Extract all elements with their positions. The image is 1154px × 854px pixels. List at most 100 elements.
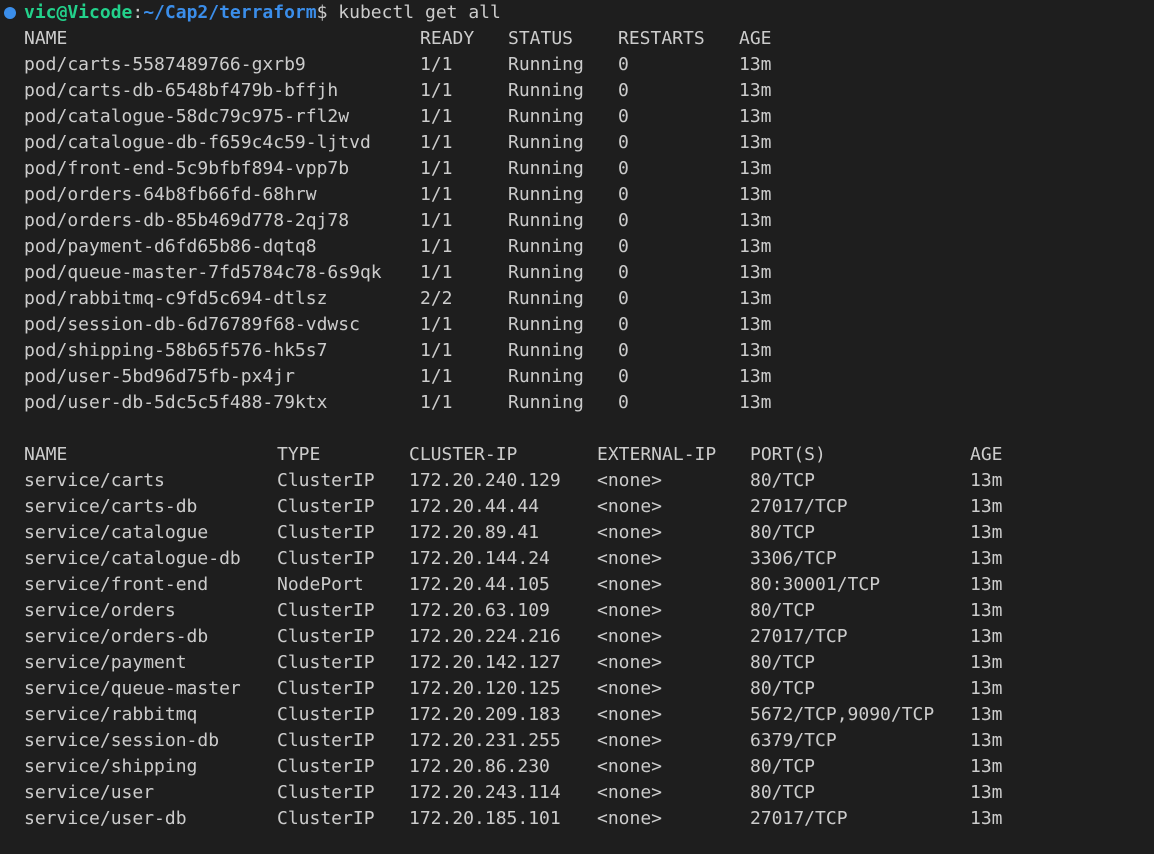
pod-status: Running	[508, 340, 584, 361]
pod-status: Running	[508, 366, 584, 387]
service-age: 13m	[970, 730, 1003, 751]
service-name: service/catalogue-db	[24, 548, 241, 569]
service-ports: 80/TCP	[750, 522, 816, 543]
pod-status: Running	[508, 158, 584, 179]
service-age: 13m	[970, 470, 1003, 491]
pods-header-name: NAME	[24, 28, 68, 49]
service-age: 13m	[970, 626, 1003, 647]
service-name: service/front-end	[24, 574, 209, 595]
service-cluster-ip: 172.20.86.230	[409, 756, 550, 777]
prompt: vic@Vicode:~/Cap2/terraform$ kubectl get…	[24, 0, 501, 26]
service-name: service/user-db	[24, 808, 187, 829]
service-name: service/shipping	[24, 756, 198, 777]
pod-ready: 1/1	[420, 158, 453, 179]
service-type: ClusterIP	[277, 782, 375, 803]
service-cluster-ip: 172.20.240.129	[409, 470, 561, 491]
pod-age: 13m	[739, 236, 772, 257]
service-type: ClusterIP	[277, 522, 375, 543]
pod-name: pod/carts-5587489766-gxrb9	[24, 54, 306, 75]
pod-status: Running	[508, 288, 584, 309]
service-row: service/user ClusterIP 172.20.243.114 <none…	[0, 780, 1154, 806]
service-row: service/user-db ClusterIP 172.20.185.101 <n…	[0, 806, 1154, 832]
service-type: ClusterIP	[277, 730, 375, 751]
pod-row: pod/shipping-58b65f576-hk5s7 1/1 Running 0 1…	[0, 338, 1154, 364]
pod-row: pod/orders-64b8fb66fd-68hrw 1/1 Running 0 13…	[0, 182, 1154, 208]
service-external-ip: <none>	[597, 626, 663, 647]
pod-restarts: 0	[618, 392, 629, 413]
service-age: 13m	[970, 756, 1003, 777]
service-name: service/catalogue	[24, 522, 209, 543]
pod-restarts: 0	[618, 288, 629, 309]
service-external-ip: <none>	[597, 730, 663, 751]
pod-row: pod/orders-db-85b469d778-2qj78 1/1 Running…	[0, 208, 1154, 234]
service-age: 13m	[970, 808, 1003, 829]
service-external-ip: <none>	[597, 496, 663, 517]
pod-row: pod/payment-d6fd65b86-dqtq8 1/1 Running 0 13…	[0, 234, 1154, 260]
service-ports: 80/TCP	[750, 652, 816, 673]
pod-status: Running	[508, 314, 584, 335]
service-row: service/shipping ClusterIP 172.20.86.230 <n…	[0, 754, 1154, 780]
prompt-dollar: $	[316, 2, 328, 23]
service-cluster-ip: 172.20.185.101	[409, 808, 561, 829]
pods-header-age: AGE	[739, 28, 772, 49]
service-age: 13m	[970, 678, 1003, 699]
pod-restarts: 0	[618, 314, 629, 335]
service-external-ip: <none>	[597, 470, 663, 491]
service-ports: 6379/TCP	[750, 730, 837, 751]
prompt-line: vic@Vicode:~/Cap2/terraform$ kubectl get…	[0, 0, 1154, 26]
service-cluster-ip: 172.20.120.125	[409, 678, 561, 699]
service-name: service/queue-master	[24, 678, 241, 699]
service-ports: 80/TCP	[750, 756, 816, 777]
pod-age: 13m	[739, 392, 772, 413]
service-row: service/orders-db ClusterIP 172.20.224.216…	[0, 624, 1154, 650]
pod-row: pod/catalogue-58dc79c975-rfl2w 1/1 Running…	[0, 104, 1154, 130]
pod-age: 13m	[739, 80, 772, 101]
pod-row: pod/session-db-6d76789f68-vdwsc 1/1 Runnin…	[0, 312, 1154, 338]
service-external-ip: <none>	[597, 548, 663, 569]
service-cluster-ip: 172.20.63.109	[409, 600, 550, 621]
services-header-age: AGE	[970, 444, 1003, 465]
service-ports: 3306/TCP	[750, 548, 837, 569]
service-external-ip: <none>	[597, 808, 663, 829]
services-header-type: TYPE	[277, 444, 321, 465]
pod-row: pod/front-end-5c9bfbf894-vpp7b 1/1 Running…	[0, 156, 1154, 182]
pod-name: pod/carts-db-6548bf479b-bffjh	[24, 80, 339, 101]
service-external-ip: <none>	[597, 574, 663, 595]
pod-age: 13m	[739, 262, 772, 283]
pod-name: pod/rabbitmq-c9fd5c694-dtlsz	[24, 288, 328, 309]
pod-name: pod/orders-64b8fb66fd-68hrw	[24, 184, 317, 205]
pod-age: 13m	[739, 366, 772, 387]
pod-row: pod/user-5bd96d75fb-px4jr 1/1 Running 0 13m	[0, 364, 1154, 390]
service-type: ClusterIP	[277, 470, 375, 491]
pod-row: pod/user-db-5dc5c5f488-79ktx 1/1 Running 0 1…	[0, 390, 1154, 416]
service-age: 13m	[970, 704, 1003, 725]
prompt-user-host: vic@Vicode	[24, 2, 133, 23]
pod-ready: 1/1	[420, 262, 453, 283]
service-type: ClusterIP	[277, 652, 375, 673]
pod-age: 13m	[739, 314, 772, 335]
pod-ready: 1/1	[420, 54, 453, 75]
service-name: service/user	[24, 782, 155, 803]
service-row: service/carts ClusterIP 172.20.240.129 <non…	[0, 468, 1154, 494]
service-row: service/carts-db ClusterIP 172.20.44.44 <no…	[0, 494, 1154, 520]
service-external-ip: <none>	[597, 756, 663, 777]
service-cluster-ip: 172.20.89.41	[409, 522, 540, 543]
pod-name: pod/front-end-5c9bfbf894-vpp7b	[24, 158, 350, 179]
services-header-name: NAME	[24, 444, 68, 465]
pod-status: Running	[508, 54, 584, 75]
command-text: kubectl get all	[327, 2, 501, 23]
pod-name: pod/payment-d6fd65b86-dqtq8	[24, 236, 317, 257]
pod-status: Running	[508, 80, 584, 101]
service-row: service/catalogue-db ClusterIP 172.20.144.…	[0, 546, 1154, 572]
pod-name: pod/user-5bd96d75fb-px4jr	[24, 366, 295, 387]
service-name: service/payment	[24, 652, 187, 673]
service-name: service/orders-db	[24, 626, 209, 647]
pod-ready: 1/1	[420, 184, 453, 205]
services-table-header: NAME TYPE CLUSTER-IP EXTERNAL-IP PORT(S) AGE	[0, 442, 1154, 468]
pod-row: pod/queue-master-7fd5784c78-6s9qk 1/1 Runn…	[0, 260, 1154, 286]
service-cluster-ip: 172.20.209.183	[409, 704, 561, 725]
service-type: ClusterIP	[277, 600, 375, 621]
pods-table-header: NAME READY STATUS RESTARTS AGE	[0, 26, 1154, 52]
pod-row: pod/carts-5587489766-gxrb9 1/1 Running 0 13m	[0, 52, 1154, 78]
service-external-ip: <none>	[597, 678, 663, 699]
